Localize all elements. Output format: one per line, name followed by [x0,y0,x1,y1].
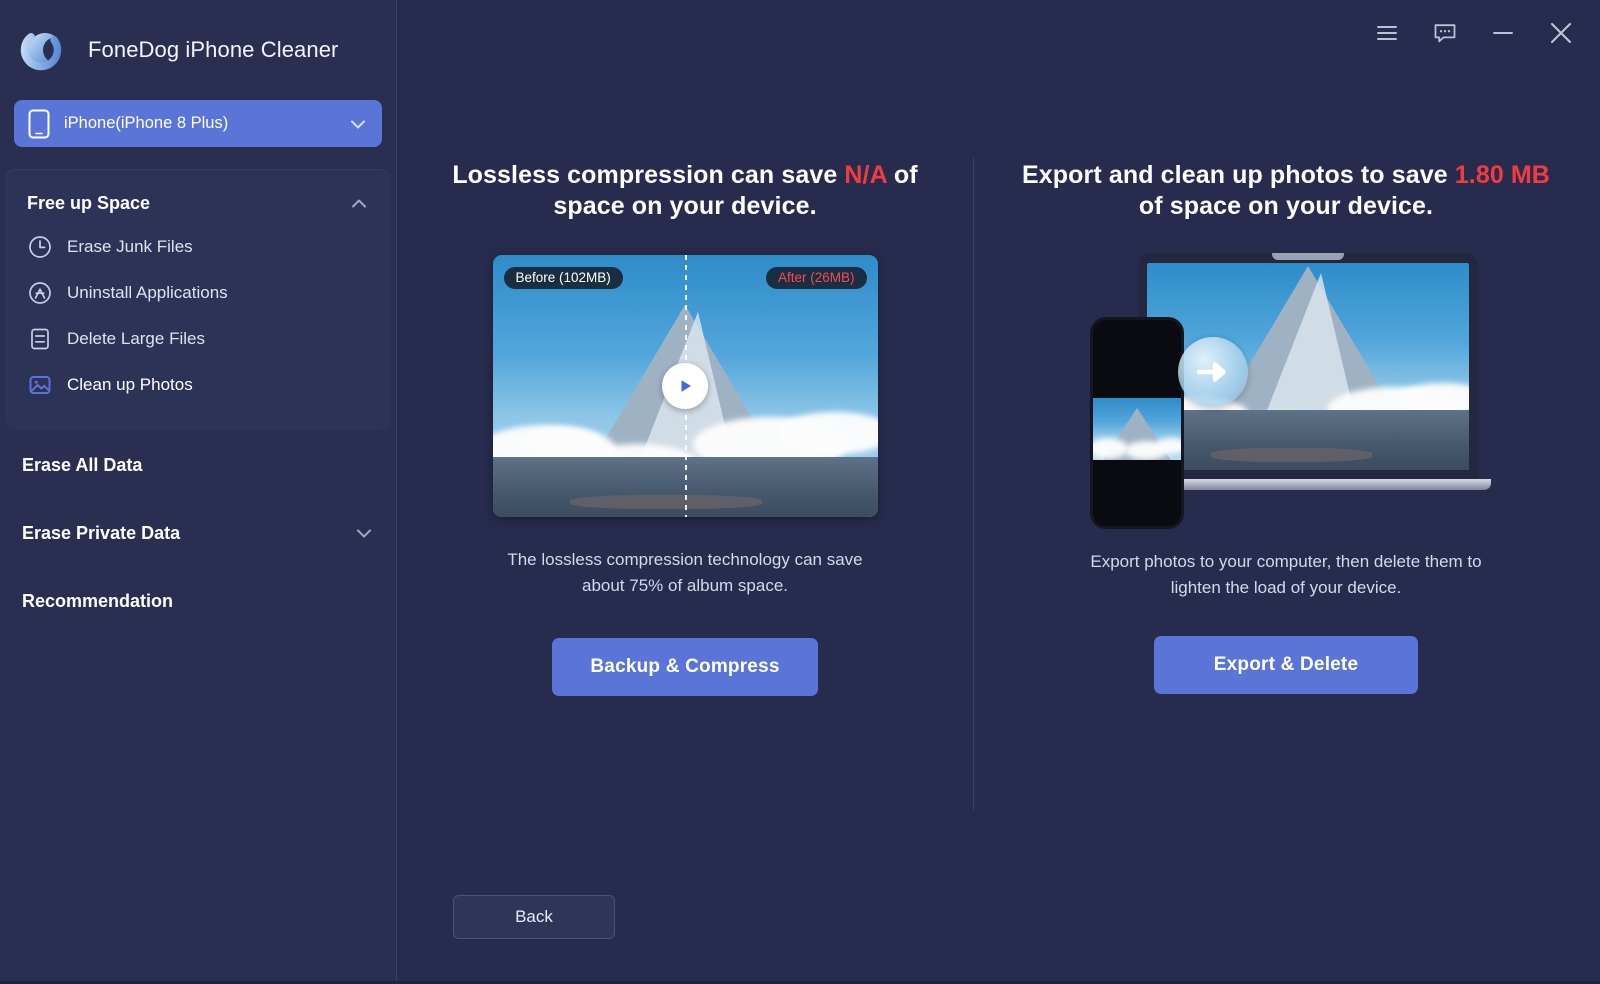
device-selector-value: iPhone(iPhone 8 Plus) [64,114,229,132]
chevron-up-icon[interactable] [349,194,369,214]
sidebar-item-recommendation[interactable]: Recommendation [0,568,396,634]
badge-before: Before (102MB) [503,267,623,289]
free-up-space-group: Free up Space Erase Junk Files Uninstall… [5,169,391,430]
mountain-photo [1093,398,1181,460]
sidebar-group-free-up-space[interactable]: Free up Space [5,179,391,224]
panes: Lossless compression can save N/A of spa… [397,160,1600,696]
chat-bubble-icon[interactable] [1428,16,1462,50]
clock-icon [27,234,53,260]
chevron-down-icon [348,114,368,134]
compression-caption: The lossless compression technology can … [507,550,863,595]
sidebar-section-label: Erase All Data [22,454,143,475]
arrow-right-icon [1178,337,1248,407]
chevron-down-icon[interactable] [354,523,374,543]
sidebar-item-label: Clean up Photos [67,375,193,394]
document-icon [27,326,53,352]
sidebar-item-erase-private-data[interactable]: Erase Private Data [0,500,396,566]
phone-icon [28,109,50,139]
compression-headline-part1: Lossless compression can save [452,161,845,189]
fonedog-c-logo-icon [14,23,68,77]
compression-headline: Lossless compression can save N/A of spa… [437,160,933,221]
export-savings-value: 1.80 MB [1454,161,1550,189]
brand: FoneDog iPhone Cleaner [0,0,396,100]
export-and-delete-button[interactable]: Export & Delete [1154,636,1418,694]
sidebar-item-label: Delete Large Files [67,329,205,348]
sidebar-item-erase-all-data[interactable]: Erase All Data [0,432,396,498]
sidebar-section-label: Recommendation [22,590,174,611]
minimize-icon[interactable] [1486,16,1520,50]
badge-after: After (26MB) [765,267,867,289]
photo-icon [27,372,53,398]
app-remove-icon [27,280,53,306]
before-after-preview[interactable]: Before (102MB) After (26MB) [492,255,878,517]
sidebar-section-label: Erase Private Data [22,522,181,543]
export-headline-part2: of space on your device. [1138,191,1434,220]
backup-and-compress-button[interactable]: Backup & Compress [552,638,818,696]
export-caption: Export photos to your computer, then del… [1090,552,1482,597]
sidebar-item-erase-junk-files[interactable]: Erase Junk Files [5,224,391,270]
sidebar-item-clean-up-photos[interactable]: Clean up Photos [5,362,391,408]
sidebar-item-label: Erase Junk Files [67,237,193,256]
close-icon[interactable] [1544,16,1578,50]
app-window: FoneDog iPhone Cleaner iPhone(iPhone 8 P… [0,0,1600,984]
app-title: FoneDog iPhone Cleaner [88,37,339,62]
main-content: Lossless compression can save N/A of spa… [397,0,1600,984]
back-button[interactable]: Back [453,895,615,939]
sidebar-group-label: Free up Space [27,193,151,213]
sidebar-item-delete-large-files[interactable]: Delete Large Files [5,316,391,362]
sidebar: FoneDog iPhone Cleaner iPhone(iPhone 8 P… [0,0,397,984]
device-transfer-illustration [1090,251,1491,529]
sidebar-item-uninstall-applications[interactable]: Uninstall Applications [5,270,391,316]
sidebar-item-label: Uninstall Applications [67,283,228,302]
export-headline: Export and clean up photos to save 1.80 … [1013,160,1559,221]
phone-mockup [1090,317,1184,529]
export-pane: Export and clean up photos to save 1.80 … [973,160,1599,696]
window-controls [1370,0,1600,66]
compression-pane: Lossless compression can save N/A of spa… [397,160,973,696]
compression-savings-value: N/A [844,161,887,189]
play-icon[interactable] [662,363,708,409]
hamburger-menu-icon[interactable] [1370,16,1404,50]
export-headline-part1: Export and clean up photos to save [1022,161,1455,189]
device-selector[interactable]: iPhone(iPhone 8 Plus) [14,100,382,147]
